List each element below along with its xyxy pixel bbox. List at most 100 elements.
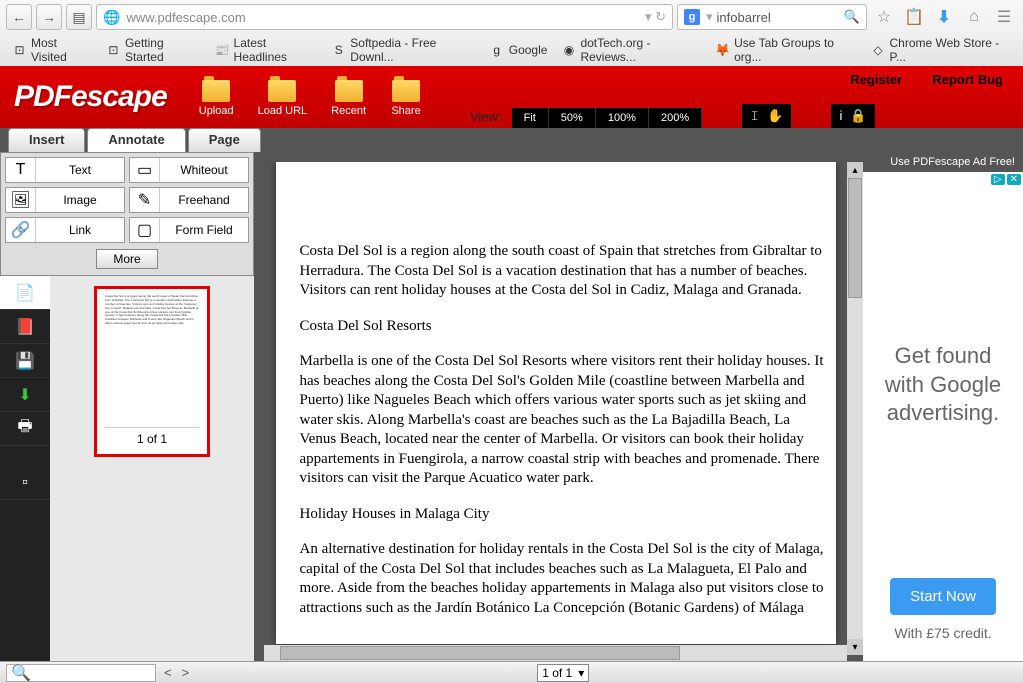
- page-thumbnail[interactable]: Costa Del Sol is a region along the sout…: [94, 286, 210, 457]
- search-dropdown-icon[interactable]: ▾: [706, 9, 713, 25]
- side-icons: 📄 📕 💾 ⬇ 🖶 ▫: [0, 276, 50, 661]
- zoom-200pct[interactable]: 200%: [649, 108, 702, 128]
- doc-paragraph: Costa Del Sol is a region along the sout…: [300, 242, 826, 301]
- tab-annotate[interactable]: Annotate: [87, 128, 185, 152]
- horizontal-scrollbar[interactable]: [264, 645, 847, 661]
- header-links: Register Report Bug: [850, 72, 1003, 87]
- scroll-thumb[interactable]: [848, 178, 862, 298]
- whiteout-icon: ▭: [130, 158, 160, 182]
- tools-grid: TText▭Whiteout🖼Image✎Freehand🔗Link▢Form …: [0, 152, 254, 276]
- bookmark-icon: ⊡: [12, 42, 27, 58]
- dropdown-icon[interactable]: ▾ ↻: [645, 9, 666, 25]
- whiteout-tool[interactable]: ▭Whiteout: [129, 157, 249, 183]
- image-tool[interactable]: 🖼Image: [5, 187, 125, 213]
- blank-icon[interactable]: ▫: [0, 466, 50, 500]
- bookmark-item[interactable]: ◇Chrome Web Store - P...: [864, 33, 1017, 67]
- bookmark-page-button[interactable]: ▤: [66, 4, 92, 30]
- recent-button[interactable]: Recent: [331, 77, 366, 117]
- upload-button[interactable]: Upload: [199, 77, 234, 117]
- report-bug-link[interactable]: Report Bug: [932, 72, 1003, 87]
- bookmark-item[interactable]: ⊡Getting Started: [100, 33, 207, 67]
- search-value: infobarrel: [717, 10, 771, 25]
- ad-close-group: ▷ ✕: [991, 174, 1021, 185]
- info-group: i 🔒: [831, 104, 874, 128]
- bookmark-item[interactable]: gGoogle: [483, 39, 554, 61]
- share-button[interactable]: Share: [390, 77, 422, 117]
- doc-paragraph: Holiday Houses in Malaga City: [300, 505, 826, 525]
- next-page-button[interactable]: >: [182, 665, 190, 680]
- more-button[interactable]: More: [96, 249, 157, 269]
- doc-page: Costa Del Sol is a region along the sout…: [276, 162, 836, 644]
- pages-icon[interactable]: 📄: [0, 276, 50, 310]
- bookmark-item[interactable]: SSoftpedia - Free Downl...: [325, 33, 480, 67]
- bookmark-item[interactable]: 📰Latest Headlines: [209, 33, 324, 67]
- bookmark-item[interactable]: ⊡Most Visited: [6, 33, 98, 67]
- print-icon[interactable]: 🖶: [0, 412, 50, 446]
- register-link[interactable]: Register: [850, 72, 902, 87]
- header-buttons: Upload Load URL Recent Share: [199, 77, 422, 117]
- home-icon[interactable]: ⌂: [961, 4, 987, 30]
- bookmark-label: Google: [509, 43, 548, 57]
- page-select[interactable]: 1 of 1 ▾: [537, 664, 589, 682]
- zoom-100pct[interactable]: 100%: [596, 108, 649, 128]
- url-bar[interactable]: 🌐 www.pdfescape.com ▾ ↻: [96, 4, 673, 30]
- zoom-fit[interactable]: Fit: [512, 108, 549, 128]
- url-text: www.pdfescape.com: [126, 10, 245, 25]
- save-icon[interactable]: 💾: [0, 344, 50, 378]
- view-label: View:: [470, 109, 502, 124]
- search-icon: 🔍: [11, 663, 31, 683]
- hand-cursor-icon[interactable]: ✋: [767, 108, 783, 124]
- ad-free-banner[interactable]: Use PDFescape Ad Free!: [863, 152, 1023, 172]
- tab-bar: InsertAnnotatePage: [0, 128, 1023, 152]
- ad-close-icon[interactable]: ✕: [1007, 174, 1021, 185]
- tab-insert[interactable]: Insert: [8, 128, 85, 152]
- view-controls: View: Fit50%100%200% 𝙸 ✋ i 🔒: [470, 104, 875, 128]
- search-go-icon[interactable]: 🔍: [844, 9, 860, 25]
- doc-paragraph: Costa Del Sol Resorts: [300, 317, 826, 337]
- tool-label: Form Field: [160, 223, 248, 237]
- form-field-tool[interactable]: ▢Form Field: [129, 217, 249, 243]
- thumb-label: 1 of 1: [105, 427, 199, 448]
- bookmark-item[interactable]: 🦊Use Tab Groups to org...: [709, 33, 862, 67]
- pdf-icon[interactable]: 📕: [0, 310, 50, 344]
- info-icon[interactable]: i: [839, 108, 842, 124]
- doc-scroll[interactable]: Costa Del Sol is a region along the sout…: [264, 162, 847, 655]
- text-icon: T: [6, 158, 36, 182]
- tool-label: Text: [36, 163, 124, 177]
- thumb-area: 📄 📕 💾 ⬇ 🖶 ▫ Costa Del Sol is a region al…: [0, 276, 254, 661]
- star-icon[interactable]: ☆: [871, 4, 897, 30]
- download-doc-icon[interactable]: ⬇: [0, 378, 50, 412]
- load-url-button[interactable]: Load URL: [258, 77, 308, 117]
- bookmark-icon: ⊡: [106, 42, 121, 58]
- back-button[interactable]: ←: [6, 4, 32, 30]
- link-tool[interactable]: 🔗Link: [5, 217, 125, 243]
- zoom-50pct[interactable]: 50%: [549, 108, 596, 128]
- page-nav: < >: [164, 665, 189, 680]
- ad-panel: Use PDFescape Ad Free! ▷ ✕ Get found wit…: [863, 152, 1023, 661]
- bottom-search[interactable]: 🔍: [6, 664, 156, 682]
- clipboard-icon[interactable]: 📋: [901, 4, 927, 30]
- text-tool[interactable]: TText: [5, 157, 125, 183]
- download-icon[interactable]: ⬇: [931, 4, 957, 30]
- forward-button[interactable]: →: [36, 4, 62, 30]
- scroll-up-icon[interactable]: ▴: [847, 162, 863, 178]
- bookmark-label: dotTech.org - Reviews...: [580, 36, 701, 64]
- vertical-scrollbar[interactable]: ▴ ▾: [847, 162, 863, 655]
- scroll-thumb-h[interactable]: [280, 646, 680, 660]
- prev-page-button[interactable]: <: [164, 665, 172, 680]
- ad-info-icon[interactable]: ▷: [991, 174, 1005, 185]
- menu-icon[interactable]: ☰: [991, 4, 1017, 30]
- freehand-tool[interactable]: ✎Freehand: [129, 187, 249, 213]
- bookmark-label: Softpedia - Free Downl...: [350, 36, 474, 64]
- bookmark-item[interactable]: ◉dotTech.org - Reviews...: [555, 33, 707, 67]
- header-btn-label: Upload: [199, 105, 234, 117]
- scroll-down-icon[interactable]: ▾: [847, 639, 863, 655]
- lock-icon[interactable]: 🔒: [850, 108, 866, 124]
- text-cursor-icon[interactable]: 𝙸: [750, 108, 759, 124]
- bookmark-label: Chrome Web Store - P...: [889, 36, 1011, 64]
- ad-start-button[interactable]: Start Now: [890, 578, 996, 615]
- search-bar[interactable]: g ▾ infobarrel 🔍: [677, 4, 867, 30]
- dropdown-icon: ▾: [578, 666, 584, 680]
- bookmark-icon: S: [331, 42, 346, 58]
- tab-page[interactable]: Page: [188, 128, 261, 152]
